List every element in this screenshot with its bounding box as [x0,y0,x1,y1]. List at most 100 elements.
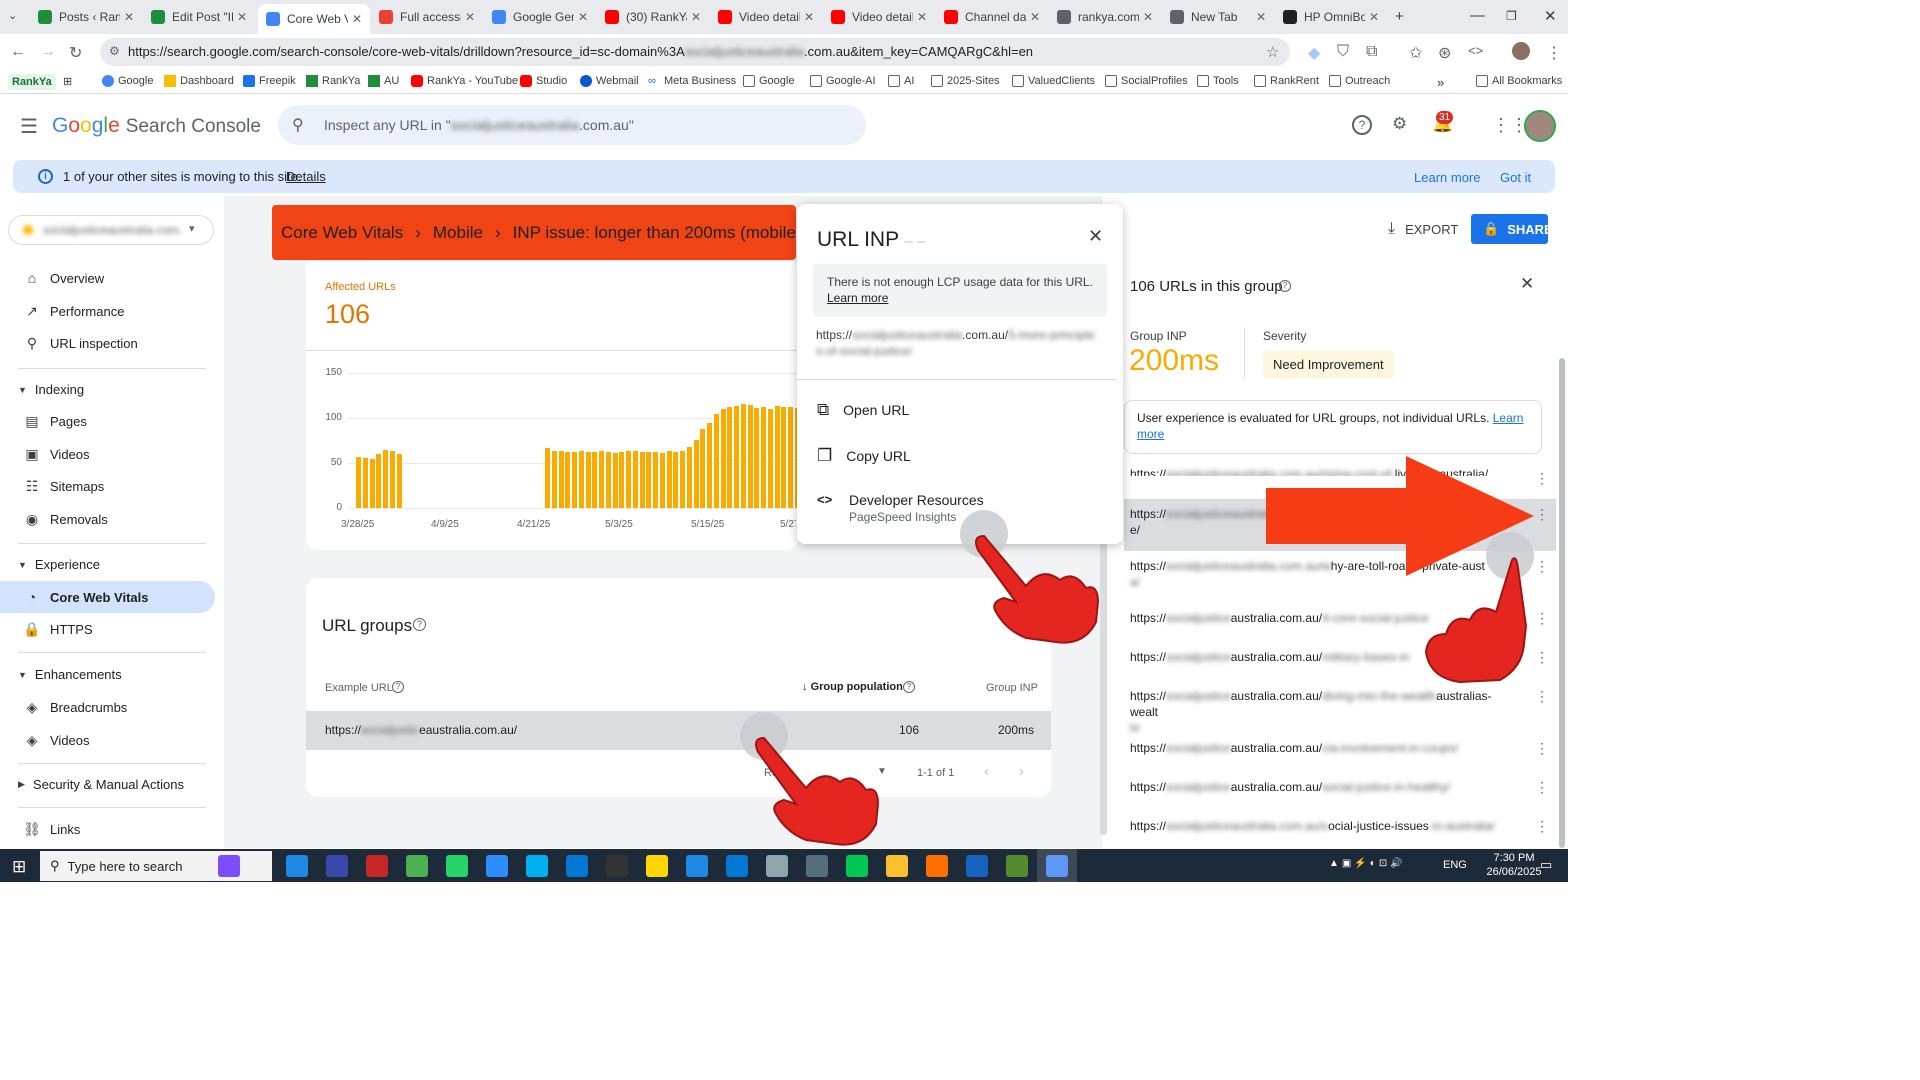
help-icon[interactable]: ? [1279,280,1291,292]
app-icon[interactable] [406,855,428,877]
open-url-item[interactable]: ⧉ Open URL [817,400,909,420]
zoom-icon[interactable] [486,855,508,877]
chart-bar[interactable] [747,404,753,508]
profile-avatar[interactable] [1512,42,1530,60]
chart-bar[interactable] [639,452,645,508]
inspect-url-search[interactable]: ⚲ Inspect any URL in "socialjusticeaustr… [278,105,866,145]
help-icon[interactable]: ? [413,618,426,631]
more-options-icon[interactable]: ⋮ [1535,740,1549,757]
browser-tab[interactable]: Core Web Vitals✕ [258,4,370,34]
manage-users-icon[interactable]: ⚙ [1392,114,1407,134]
chart-bar[interactable] [592,452,598,508]
bookmark-folder[interactable]: RankRent [1254,75,1319,87]
sidebar-item-sitemaps[interactable]: ☷ Sitemaps [22,470,104,502]
chart-bar[interactable] [389,451,395,508]
language-indicator[interactable]: ENG [1443,859,1467,871]
sidebar-item-core-web-vitals[interactable]: ◔ Core Web Vitals [22,581,149,613]
chart-bar[interactable] [545,447,550,508]
widget-icon[interactable] [218,855,240,877]
close-popup-icon[interactable]: ✕ [1088,226,1103,247]
bookmark-item[interactable]: Webmail [580,75,639,87]
banner-details-link[interactable]: Details [286,169,326,184]
dreamweaver-icon[interactable] [1006,855,1028,877]
forward-icon[interactable]: → [40,43,56,61]
chart-bar[interactable] [653,452,658,508]
browser-tab[interactable]: Full accessibility✕ [371,4,483,30]
sidebar-section-experience[interactable]: ▼ Experience [18,557,100,572]
bookmark-item[interactable]: Google [102,75,153,87]
bookmark-folder[interactable]: Outreach [1329,75,1390,87]
more-options-icon[interactable]: ⋮ [1535,470,1549,487]
bookmark-item[interactable]: RankYa [306,75,360,87]
chart-bar[interactable] [626,451,631,508]
chart-bar[interactable] [761,407,766,508]
chart-bar[interactable] [734,406,739,508]
devtools-icon[interactable]: <> [1468,43,1483,58]
browser-tab[interactable]: Edit Post "INP✕ [143,4,255,30]
extension-icon-1[interactable]: ◆ [1308,43,1320,63]
chart-bar[interactable] [767,409,773,508]
chart-bar[interactable] [572,452,577,508]
help-icon[interactable]: ? [903,681,915,693]
sidebar-section-indexing[interactable]: ▼ Indexing [18,382,84,397]
bookmark-folder[interactable]: ValuedClients [1012,75,1095,87]
more-options-icon[interactable]: ⋮ [1535,688,1549,705]
restore-icon[interactable]: ❐ [1506,9,1517,23]
banner-learn-more-link[interactable]: Learn more [1414,170,1480,185]
chart-bar[interactable] [599,451,604,508]
property-selector[interactable]: socialjusticeaustralia.com.au ▾ [8,215,214,245]
table-row[interactable]: https://socialjusticeaustralia.com.au/ 1… [306,711,1051,750]
chart-bar[interactable] [565,452,571,508]
hamburger-menu-icon[interactable]: ☰ [20,114,38,139]
browser-tab[interactable]: Google Gemini✕ [484,4,596,30]
chart-bar[interactable] [632,451,638,508]
app-icon[interactable] [286,855,308,877]
sidebar-item-links[interactable]: ⛓ Links [22,813,80,845]
bookmark-folder[interactable]: Tools [1197,75,1239,87]
bookmark-folder[interactable]: Google [743,75,794,87]
tab-close-icon[interactable]: ✕ [237,10,247,24]
edge-icon[interactable] [566,855,588,877]
breadcrumb-core-web-vitals[interactable]: Core Web Vitals [281,223,403,243]
chart-bar[interactable] [376,454,382,508]
terminal-icon[interactable] [606,855,628,877]
bookmark-star-icon[interactable]: ☆ [1266,43,1279,61]
browser-tab[interactable]: Posts ‹ RankYa✕ [30,4,142,30]
powershell-icon[interactable] [326,855,348,877]
reload-icon[interactable]: ↻ [69,43,82,63]
chart-bar[interactable] [673,452,679,508]
outlook-icon[interactable] [726,855,748,877]
system-tray-icons[interactable]: ▲▣⚡◐⊡🔊 [1329,858,1406,869]
chart-bar[interactable] [680,451,685,508]
bookmark-item[interactable]: ∞ Meta Business [648,75,736,87]
tab-close-icon[interactable]: ✕ [578,10,588,24]
tab-close-icon[interactable]: ✕ [691,10,701,24]
sidebar-section-security[interactable]: ▶ Security & Manual Actions [18,777,184,792]
clock[interactable]: 7:30 PM 26/06/2025 [1480,851,1548,879]
tab-close-icon[interactable]: ✕ [804,10,814,24]
chart-bar[interactable] [713,413,719,508]
sidebar-item-enh-videos[interactable]: ◈ Videos [22,724,90,756]
banner-got-it-button[interactable]: Got it [1500,170,1531,185]
tab-close-icon[interactable]: ✕ [1030,10,1040,24]
windows-start-icon[interactable]: ⊞ [12,857,26,877]
filezilla-icon[interactable] [366,855,388,877]
tab-close-icon[interactable]: ✕ [465,10,475,24]
sidebar-section-enhancements[interactable]: ▼ Enhancements [18,667,122,682]
tab-close-icon[interactable]: ✕ [1256,10,1266,24]
sidebar-item-breadcrumbs[interactable]: ◈ Breadcrumbs [22,691,128,723]
next-page-icon[interactable]: › [1019,763,1024,780]
tab-close-icon[interactable]: ✕ [1143,10,1153,24]
tab-close-icon[interactable]: ✕ [1369,10,1379,24]
browser-tab[interactable]: HP OmniBook✕ [1275,4,1387,30]
chart-bar[interactable] [693,439,699,508]
new-tab-button[interactable]: + [1395,8,1404,25]
notification-center-icon[interactable]: ▭ [1540,857,1552,873]
url-list-item[interactable]: https://socialjusticeaustralia.com.au/so… [1130,818,1510,834]
chart-bar[interactable] [558,451,564,508]
whatsapp-icon[interactable] [446,855,468,877]
close-panel-icon[interactable]: ✕ [1520,274,1534,294]
bookmark-folder[interactable]: AI [888,75,914,87]
browser-tab[interactable]: Channel dashboard✕ [936,4,1048,30]
extension-icon-3[interactable]: ⊛ [1438,43,1451,63]
